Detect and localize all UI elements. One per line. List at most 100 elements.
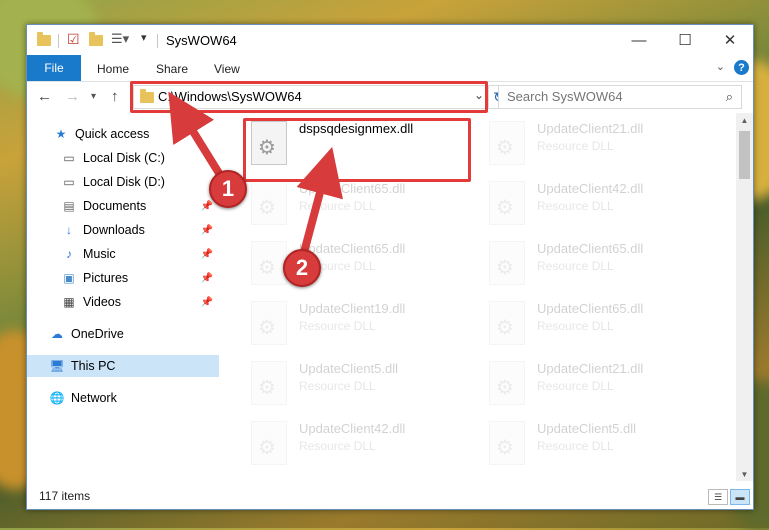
tab-file[interactable]: File — [27, 55, 81, 81]
file-type: Resource DLL — [299, 379, 376, 393]
ribbon: File Home Share View ⌄ ? — [27, 55, 753, 82]
file-type: Resource DLL — [537, 139, 614, 153]
recent-locations-button[interactable]: ▾ — [91, 91, 96, 102]
sidebar-item-music[interactable]: ♪ Music 📌 — [27, 243, 219, 265]
file-type: Resource DLL — [537, 319, 614, 333]
sidebar-item-documents[interactable]: ▤ Documents 📌 — [27, 195, 219, 217]
file-item[interactable]: UpdateClient21.dll Resource DLL — [487, 357, 713, 411]
customize-toolbar-icon[interactable]: ☰▾ — [111, 31, 129, 47]
file-item[interactable]: UpdateClient19.dll Resource DLL — [249, 297, 475, 351]
file-item[interactable]: UpdateClient21.dll Resource DLL — [487, 117, 713, 171]
file-item[interactable]: UpdateClient65.dll Resource DLL — [487, 297, 713, 351]
file-type: Resource DLL — [537, 259, 614, 273]
minimize-button[interactable]: — — [616, 25, 662, 55]
details-view-icon: ☰ — [713, 491, 723, 502]
help-button[interactable]: ? — [734, 60, 749, 75]
search-box[interactable]: ⌕ — [498, 85, 742, 109]
file-name: UpdateClient65.dll — [537, 301, 644, 316]
sidebar-item-local-disk-c[interactable]: ▭ Local Disk (C:) — [27, 147, 219, 169]
dll-file-icon — [489, 121, 525, 165]
tab-home[interactable]: Home — [97, 62, 129, 76]
dll-file-icon — [251, 421, 287, 465]
dll-file-icon — [489, 301, 525, 345]
file-item[interactable]: UpdateClient65.dll Resource DLL — [487, 237, 713, 291]
pictures-icon: ▣ — [63, 271, 75, 285]
scroll-up-icon[interactable]: ▲ — [736, 113, 753, 127]
tab-share[interactable]: Share — [156, 62, 188, 76]
drive-icon: ▭ — [63, 151, 75, 165]
sidebar-item-label: Local Disk (D:) — [83, 175, 165, 189]
scroll-down-icon[interactable]: ▼ — [736, 467, 753, 481]
dll-file-icon — [251, 361, 287, 405]
file-name: UpdateClient19.dll — [299, 301, 406, 316]
sidebar-item-label: This PC — [71, 359, 116, 373]
dll-file-icon — [489, 241, 525, 285]
pin-icon[interactable]: 📌 — [201, 201, 213, 212]
dll-file-icon — [251, 241, 287, 285]
sidebar-item-label: Downloads — [83, 223, 145, 237]
network-icon: 🌐 — [49, 391, 65, 405]
search-input[interactable] — [499, 86, 725, 106]
computer-icon: 🖥 — [49, 359, 65, 373]
sidebar-item-this-pc[interactable]: 🖥 This PC — [27, 355, 219, 377]
vertical-scrollbar[interactable]: ▲ ▼ — [736, 113, 753, 481]
quick-access-dropdown-icon[interactable]: ▾ — [141, 31, 147, 44]
sidebar-item-network[interactable]: 🌐 Network — [27, 387, 219, 409]
file-name: UpdateClient5.dll — [299, 361, 399, 376]
file-item[interactable]: UpdateClient65.dll Resource DLL — [249, 177, 475, 231]
dll-file-icon — [489, 361, 525, 405]
cloud-icon: ☁ — [51, 327, 63, 341]
close-button[interactable]: ✕ — [707, 25, 753, 55]
maximize-button[interactable]: ☐ — [662, 25, 708, 55]
sidebar-item-label: Quick access — [75, 127, 150, 141]
file-item[interactable]: UpdateClient5.dll Resource DLL — [249, 357, 475, 411]
address-bar-highlight — [130, 81, 488, 113]
file-type: Resource DLL — [299, 319, 376, 333]
scrollbar-thumb[interactable] — [739, 131, 750, 179]
sidebar-item-quick-access[interactable]: ★ Quick access — [27, 123, 219, 145]
file-name: UpdateClient5.dll — [537, 421, 637, 436]
sidebar-item-local-disk-d[interactable]: ▭ Local Disk (D:) — [27, 171, 219, 193]
properties-icon[interactable]: ☑ — [67, 31, 80, 48]
new-folder-icon[interactable] — [89, 32, 103, 46]
documents-icon: ▤ — [63, 199, 75, 213]
sidebar-item-pictures[interactable]: ▣ Pictures 📌 — [27, 267, 219, 289]
up-button[interactable]: ↑ — [111, 88, 119, 105]
details-view-button[interactable]: ☰ — [708, 489, 728, 505]
sidebar-item-downloads[interactable]: ↓ Downloads 📌 — [27, 219, 219, 241]
back-button[interactable]: ← — [37, 88, 52, 105]
pin-icon[interactable]: 📌 — [201, 225, 213, 236]
navigation-pane: ★ Quick access ▭ Local Disk (C:) ▭ Local… — [27, 113, 220, 481]
expand-ribbon-icon[interactable]: ⌄ — [716, 60, 725, 73]
file-item[interactable]: UpdateClient42.dll Resource DLL — [487, 177, 713, 231]
pin-icon[interactable]: 📌 — [201, 297, 213, 308]
dll-file-icon — [489, 421, 525, 465]
tab-view[interactable]: View — [214, 62, 240, 76]
dll-file-icon — [489, 181, 525, 225]
file-item[interactable]: UpdateClient5.dll Resource DLL — [487, 417, 713, 471]
sidebar-item-videos[interactable]: ▦ Videos 📌 — [27, 291, 219, 313]
file-name: UpdateClient65.dll — [537, 241, 644, 256]
file-type: Resource DLL — [537, 199, 614, 213]
file-item[interactable]: UpdateClient42.dll Resource DLL — [249, 417, 475, 471]
sidebar-item-label: Videos — [83, 295, 121, 309]
sidebar-item-label: OneDrive — [71, 327, 124, 341]
pin-icon[interactable]: 📌 — [201, 273, 213, 284]
large-icons-view-icon: ▬ — [735, 492, 745, 502]
maximize-icon: ☐ — [678, 32, 692, 49]
window-title: SysWOW64 — [166, 33, 237, 48]
step-2-badge: 2 — [283, 249, 321, 287]
large-icons-view-button[interactable]: ▬ — [730, 489, 750, 505]
file-type: Resource DLL — [537, 379, 614, 393]
divider — [58, 34, 59, 48]
pin-icon[interactable]: 📌 — [201, 249, 213, 260]
step-1-badge: 1 — [209, 170, 247, 208]
sidebar-item-label: Documents — [83, 199, 147, 213]
sidebar-item-label: Music — [83, 247, 116, 261]
sidebar-item-onedrive[interactable]: ☁ OneDrive — [27, 323, 219, 345]
sidebar-item-label: Local Disk (C:) — [83, 151, 165, 165]
forward-button[interactable]: → — [65, 88, 80, 105]
search-icon: ⌕ — [725, 89, 733, 104]
file-name: UpdateClient65.dll — [299, 181, 406, 196]
divider — [157, 34, 158, 48]
